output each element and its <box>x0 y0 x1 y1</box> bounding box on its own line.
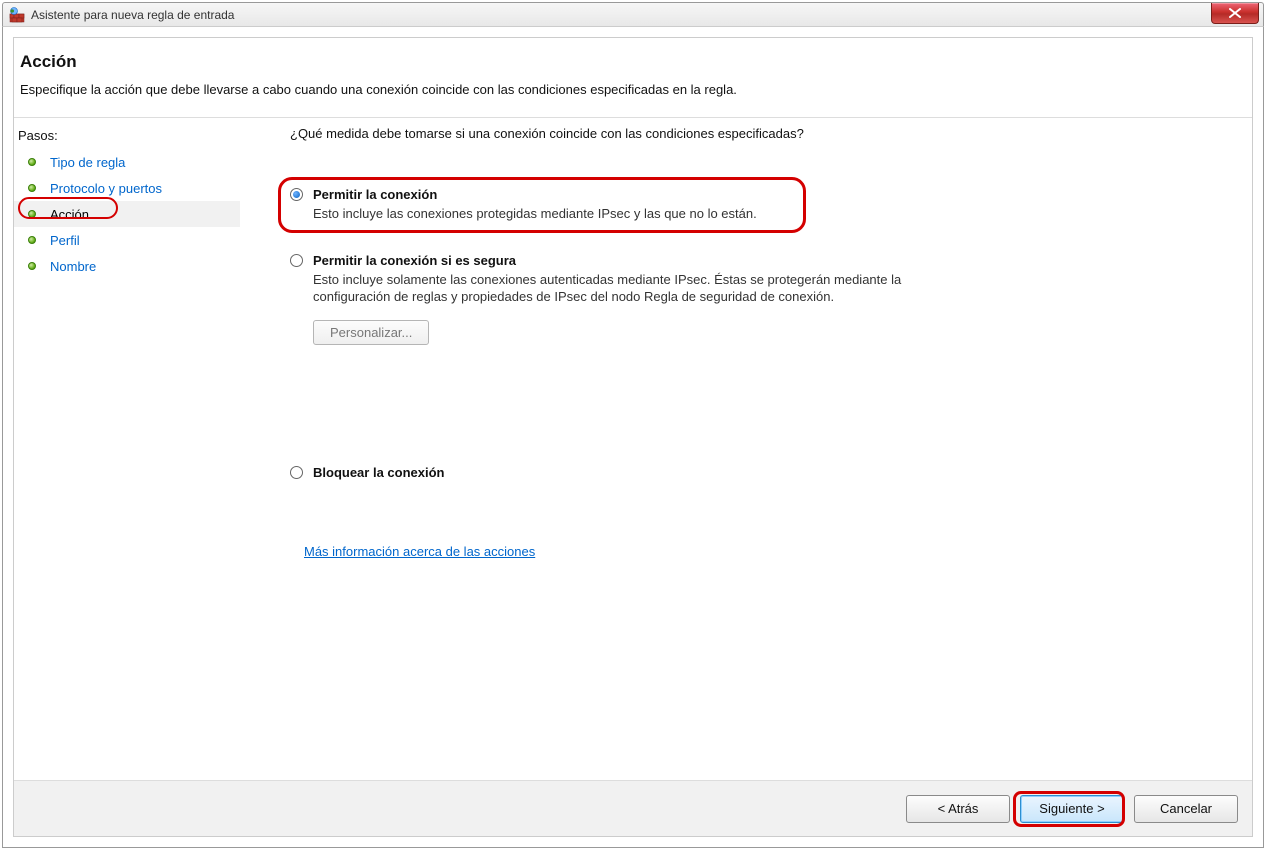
annotation-ring-option <box>278 177 806 233</box>
option-desc: Esto incluye las conexiones protegidas m… <box>313 206 953 223</box>
wizard-header: Acción Especifique la acción que debe ll… <box>14 38 1252 118</box>
step-link[interactable]: Tipo de regla <box>50 155 125 170</box>
window-close-button[interactable] <box>1211 3 1259 24</box>
step-bullet-icon <box>28 210 36 218</box>
step-bullet-icon <box>28 262 36 270</box>
option-permitir: Permitir la conexión Esto incluye las co… <box>290 187 1232 223</box>
wizard-main: ¿Qué medida debe tomarse si una conexión… <box>240 118 1252 780</box>
window-title: Asistente para nueva regla de entrada <box>31 8 234 22</box>
step-accion[interactable]: Acción <box>14 201 240 227</box>
step-perfil[interactable]: Perfil <box>14 227 240 253</box>
radio-bloquear[interactable] <box>290 466 303 479</box>
step-bullet-icon <box>28 184 36 192</box>
more-info-link[interactable]: Más información acerca de las acciones <box>304 544 535 559</box>
option-permitir-segura: Permitir la conexión si es segura Esto i… <box>290 253 1232 345</box>
step-tipo-de-regla[interactable]: Tipo de regla <box>14 149 240 175</box>
wizard-footer: < Atrás Siguiente > Cancelar <box>14 780 1252 836</box>
customize-button: Personalizar... <box>313 320 429 345</box>
step-link[interactable]: Perfil <box>50 233 80 248</box>
option-title: Permitir la conexión <box>313 187 437 202</box>
question-text: ¿Qué medida debe tomarse si una conexión… <box>290 126 1232 141</box>
option-title: Permitir la conexión si es segura <box>313 253 516 268</box>
page-subtitle: Especifique la acción que debe llevarse … <box>20 82 1246 97</box>
option-title: Bloquear la conexión <box>313 465 444 480</box>
step-bullet-icon <box>28 236 36 244</box>
steps-sidebar: Pasos: Tipo de regla Protocolo y puertos… <box>14 118 240 780</box>
back-button[interactable]: < Atrás <box>906 795 1010 823</box>
cancel-button[interactable]: Cancelar <box>1134 795 1238 823</box>
steps-heading: Pasos: <box>14 126 240 149</box>
step-protocolo-y-puertos[interactable]: Protocolo y puertos <box>14 175 240 201</box>
step-label-current: Acción <box>50 207 89 222</box>
step-bullet-icon <box>28 158 36 166</box>
title-bar: Asistente para nueva regla de entrada <box>2 2 1264 26</box>
step-nombre[interactable]: Nombre <box>14 253 240 279</box>
radio-permitir[interactable] <box>290 188 303 201</box>
page-title: Acción <box>20 52 1246 72</box>
step-link[interactable]: Nombre <box>50 259 96 274</box>
radio-permitir-segura[interactable] <box>290 254 303 267</box>
next-button[interactable]: Siguiente > <box>1020 795 1124 823</box>
option-bloquear: Bloquear la conexión <box>290 465 1232 480</box>
option-desc: Esto incluye solamente las conexiones au… <box>313 272 953 306</box>
step-link[interactable]: Protocolo y puertos <box>50 181 162 196</box>
firewall-icon <box>9 7 25 23</box>
